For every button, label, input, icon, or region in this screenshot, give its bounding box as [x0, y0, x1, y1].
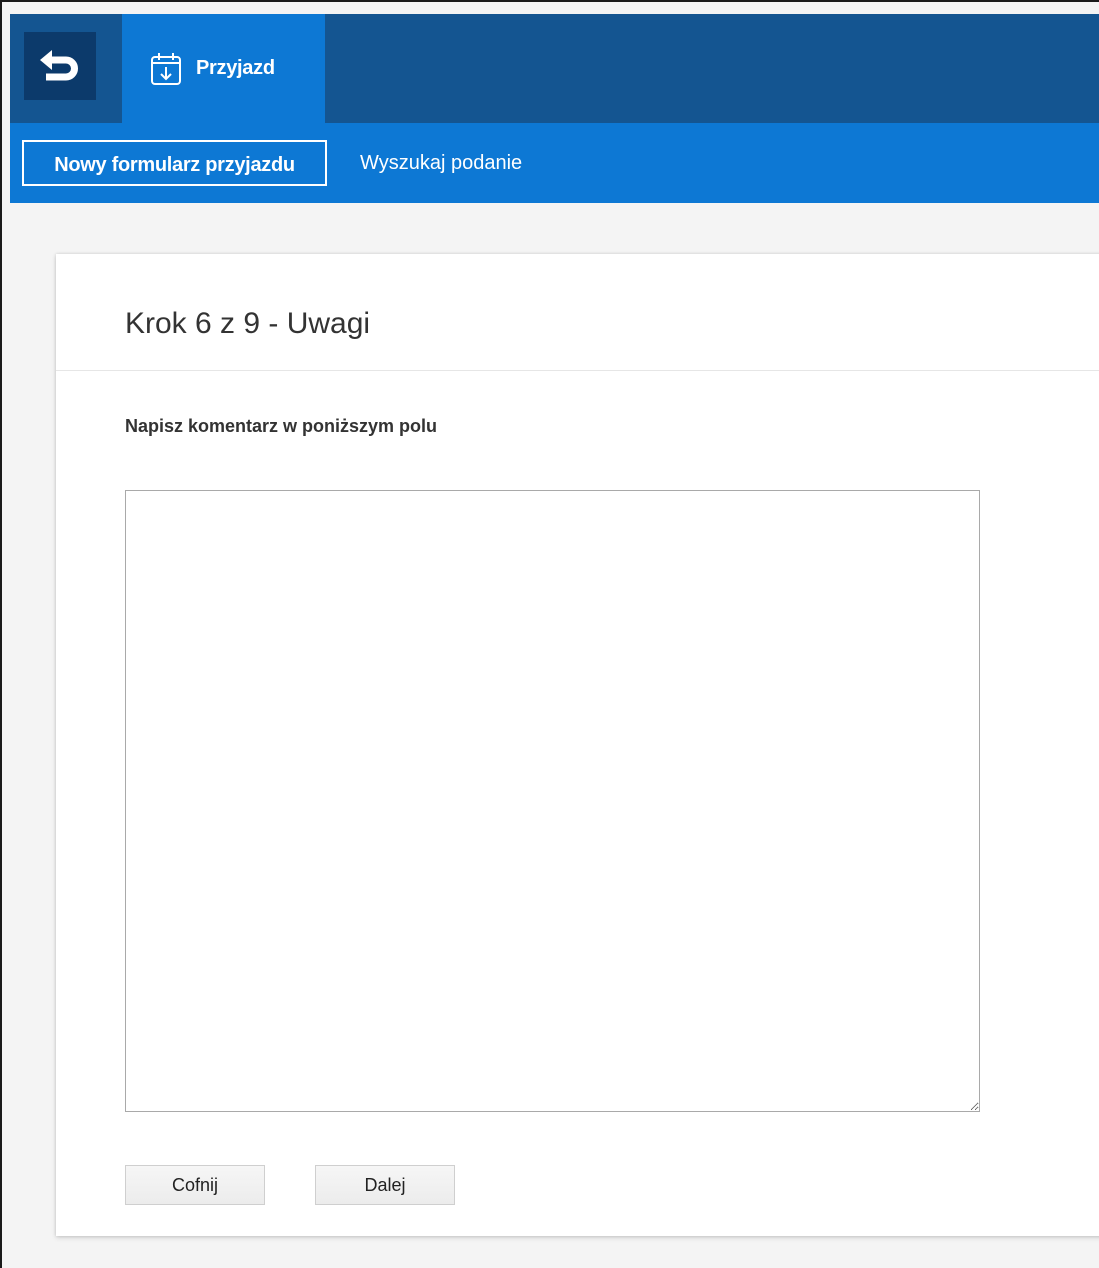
subnav-item-new-arrival-form[interactable]: Nowy formularz przyjazdu	[22, 140, 327, 186]
page-title: Krok 6 z 9 - Uwagi	[125, 307, 371, 340]
top-bar: Przyjazd	[10, 14, 1099, 123]
form-card: Krok 6 z 9 - Uwagi Napisz komentarz w po…	[56, 254, 1099, 1236]
app-window: Przyjazd Nowy formularz przyjazdu Wyszuk…	[0, 0, 1099, 1268]
back-button[interactable]	[24, 32, 96, 100]
next-step-button[interactable]: Dalej	[315, 1165, 455, 1205]
tab-przyjazd[interactable]: Przyjazd	[122, 14, 325, 123]
calendar-arrival-icon	[150, 50, 182, 88]
card-header: Krok 6 z 9 - Uwagi	[56, 254, 1099, 371]
comment-label: Napisz komentarz w poniższym polu	[125, 416, 438, 436]
tab-przyjazd-label: Przyjazd	[196, 57, 275, 79]
subnav-item-search-application[interactable]: Wyszukaj podanie	[360, 140, 522, 186]
comment-textarea[interactable]	[125, 490, 980, 1112]
back-step-button[interactable]: Cofnij	[125, 1165, 265, 1205]
sub-navigation: Nowy formularz przyjazdu Wyszukaj podani…	[10, 123, 1099, 203]
undo-arrow-icon	[36, 44, 84, 89]
